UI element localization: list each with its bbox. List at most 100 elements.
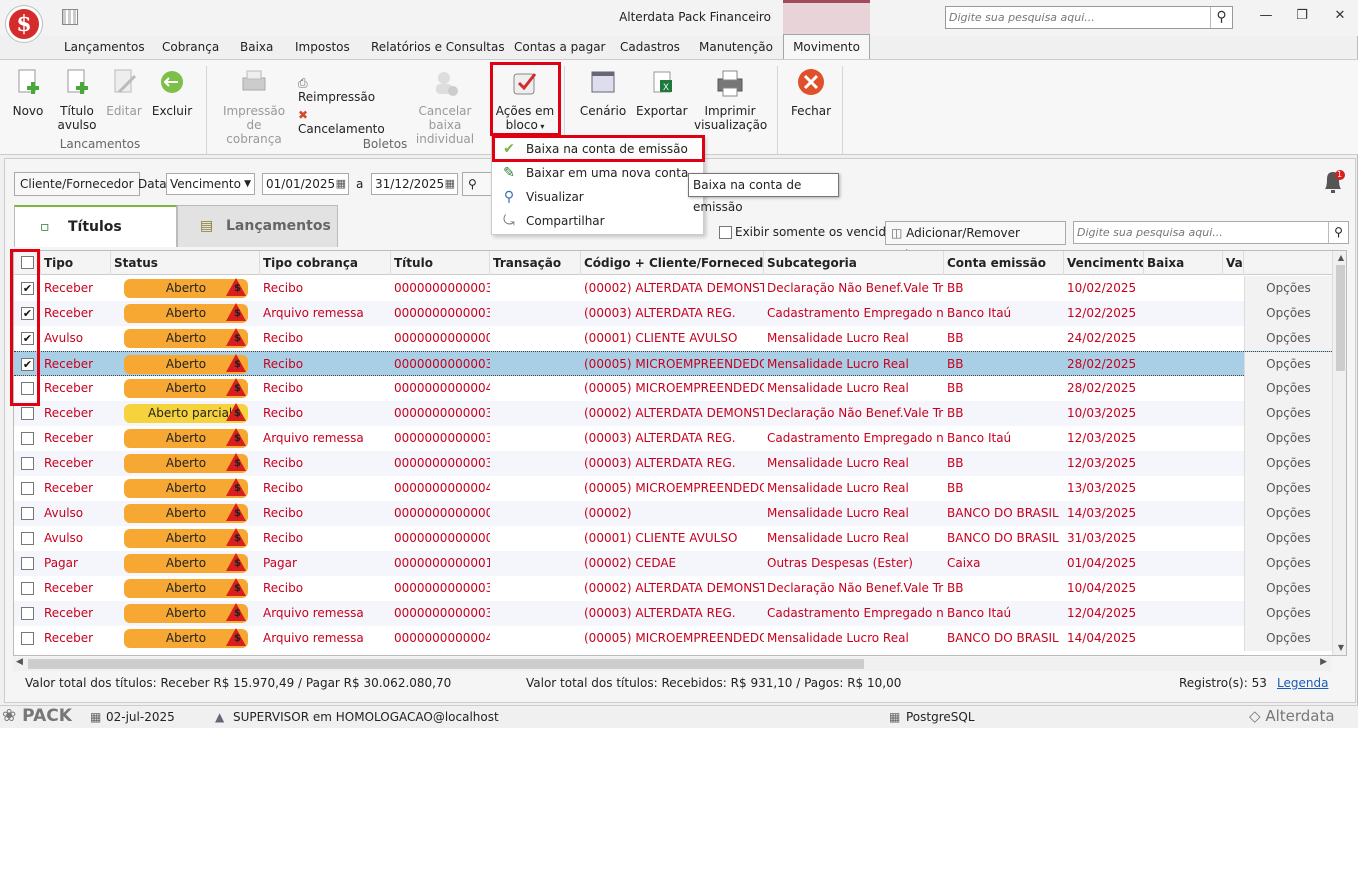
tab-manutencao[interactable]: Manutenção — [699, 40, 773, 54]
select-all-col[interactable] — [14, 251, 41, 275]
table-row[interactable]: Aberto$ReceberRecibo000000000000401(0000… — [14, 476, 1332, 501]
table-row[interactable]: Aberto $ Receber Arquivo remessa 00000000000… — [14, 426, 1332, 451]
table-row[interactable]: Aberto$ReceberRecibo000000000000337(0000… — [14, 576, 1332, 601]
exportar-button[interactable]: X Exportar — [636, 68, 688, 118]
opcoes-button[interactable]: Opções — [1244, 526, 1332, 551]
cenario-button[interactable]: Cenário — [578, 68, 628, 118]
table-row[interactable]: Aberto$AvulsoRecibo000000000000002(00002… — [14, 501, 1332, 526]
scroll-left-icon[interactable]: ◀ — [16, 657, 23, 667]
tab-movimento[interactable]: Movimento — [783, 34, 870, 60]
opcoes-button[interactable]: Opções — [1244, 601, 1332, 626]
table-row[interactable]: Aberto$AvulsoRecibo000000000000003(00001… — [14, 526, 1332, 551]
row-checkbox[interactable] — [21, 507, 34, 520]
horizontal-scrollbar[interactable]: ◀ ▶ — [13, 657, 1331, 671]
restore-icon[interactable]: ❐ — [1292, 8, 1312, 24]
col-vencimento[interactable]: Vencimento — [1064, 251, 1144, 275]
end-date-input[interactable]: 31/12/2025 ▦ — [371, 173, 458, 195]
col-conta-emissao[interactable]: Conta emissão — [944, 251, 1064, 275]
table-row[interactable]: Aberto$ReceberRecibo000000000000396(0000… — [14, 451, 1332, 476]
opcoes-button[interactable]: Opções — [1244, 551, 1332, 576]
acoes-em-bloco-button[interactable]: Ações em bloco ▾ — [494, 68, 556, 134]
cliente-fornecedor-button[interactable]: Cliente/Fornecedor — [14, 172, 140, 196]
calendar-icon[interactable]: ▦ — [445, 174, 455, 194]
row-checkbox[interactable]: ✔ — [21, 332, 34, 345]
tab-relatorios[interactable]: Relatórios e Consultas — [371, 40, 505, 54]
row-checkbox[interactable] — [21, 432, 34, 445]
opcoes-button[interactable]: Opções — [1244, 501, 1332, 526]
table-row[interactable]: Aberto $ Receber Arquivo remessa 00000000000… — [14, 601, 1332, 626]
global-search-input[interactable]: Digite sua pesquisa aqui... ⚲ — [945, 6, 1233, 29]
tab-contas-pagar[interactable]: Contas a pagar — [514, 40, 606, 54]
opcoes-button[interactable]: Opções — [1244, 352, 1332, 377]
search-button[interactable]: ⚲ — [462, 172, 492, 196]
menu-item-visualizar[interactable]: ⚲ Visualizar — [492, 185, 703, 209]
table-row[interactable]: ✔ Aberto $ Receber Arquivo remessa 0000000000… — [14, 301, 1332, 326]
opcoes-button[interactable]: Opções — [1244, 451, 1332, 476]
start-date-input[interactable]: 01/01/2025 ▦ — [262, 173, 349, 195]
tab-baixa[interactable]: Baixa — [240, 40, 273, 54]
menu-item-baixa-conta-emissao[interactable]: ✔ Baixa na conta de emissão — [492, 137, 703, 161]
table-row[interactable]: Aberto parcial $ Receber Recibo 000000000000… — [14, 401, 1332, 426]
tab-lancamentos[interactable]: Lançamentos — [64, 40, 145, 54]
calendar-icon[interactable]: ▦ — [336, 174, 346, 194]
row-checkbox[interactable] — [21, 482, 34, 495]
opcoes-button[interactable]: Opções — [1244, 626, 1332, 651]
opcoes-button[interactable]: Opções — [1244, 276, 1332, 301]
opcoes-button[interactable]: Opções — [1244, 476, 1332, 501]
search-icon[interactable]: ⚲ — [1210, 7, 1232, 28]
table-row[interactable]: ✔Aberto$ReceberRecibo000000000000399(000… — [14, 351, 1332, 377]
horizontal-scroll-thumb[interactable] — [28, 659, 864, 669]
col-transacao[interactable]: Transação — [490, 251, 581, 275]
tab-cobranca[interactable]: Cobrança — [162, 40, 219, 54]
excluir-button[interactable]: Excluir — [150, 68, 194, 118]
tab-impostos[interactable]: Impostos — [295, 40, 350, 54]
col-baixa[interactable]: Baixa — [1144, 251, 1223, 275]
tab-cadastros[interactable]: Cadastros — [620, 40, 680, 54]
opcoes-button[interactable]: Opções — [1244, 576, 1332, 601]
col-valor[interactable]: Va — [1223, 251, 1244, 275]
titulo-avulso-button[interactable]: Título avulso — [55, 68, 99, 132]
row-checkbox[interactable] — [21, 557, 34, 570]
col-cliente[interactable]: Código + Cliente/Fornecedor — [581, 251, 764, 275]
cancelamento-button[interactable]: ✖ Cancelamento — [298, 108, 398, 136]
col-subcategoria[interactable]: Subcategoria — [764, 251, 944, 275]
col-tipo[interactable]: Tipo — [41, 251, 111, 275]
table-row[interactable]: ✔Aberto$AvulsoRecibo000000000000001(0000… — [14, 326, 1332, 351]
scroll-down-icon[interactable]: ▼ — [1333, 643, 1346, 652]
calculator-icon[interactable] — [62, 9, 78, 25]
scroll-right-icon[interactable]: ▶ — [1320, 657, 1327, 667]
row-checkbox[interactable] — [21, 382, 34, 395]
close-icon[interactable]: ✕ — [1330, 8, 1350, 24]
opcoes-button[interactable]: Opções — [1244, 326, 1332, 351]
menu-item-compartilhar[interactable]: ⤿ Compartilhar — [492, 209, 703, 233]
row-checkbox[interactable] — [21, 632, 34, 645]
imprimir-visualizacao-button[interactable]: Imprimir visualização — [694, 68, 767, 132]
opcoes-button[interactable]: Opções — [1244, 301, 1332, 326]
vertical-scroll-thumb[interactable] — [1336, 265, 1345, 371]
row-checkbox[interactable]: ✔ — [21, 307, 34, 320]
row-checkbox[interactable]: ✔ — [21, 282, 34, 295]
data-type-select[interactable]: Vencimento ▼ — [166, 173, 255, 195]
notification-bell-icon[interactable]: 1 — [1321, 167, 1345, 197]
tab-lancamentos-grid[interactable]: ▤ Lançamentos — [177, 205, 338, 247]
table-row[interactable]: Aberto $ Receber Arquivo remessa 00000000000… — [14, 626, 1332, 651]
fechar-button[interactable]: Fechar — [786, 68, 836, 118]
col-titulo[interactable]: Título — [391, 251, 490, 275]
opcoes-button[interactable]: Opções — [1244, 401, 1332, 426]
menu-item-baixar-nova-conta[interactable]: ✎ Baixar em uma nova conta — [492, 161, 703, 185]
legenda-link[interactable]: Legenda — [1277, 676, 1328, 690]
novo-button[interactable]: Novo — [8, 68, 48, 118]
table-row[interactable]: ✔Aberto$ReceberRecibo000000000000335(000… — [14, 276, 1332, 301]
row-checkbox[interactable]: ✔ — [21, 358, 34, 371]
row-checkbox[interactable] — [21, 607, 34, 620]
grid-search-input[interactable]: Digite sua pesquisa aqui... ⚲ — [1073, 221, 1349, 244]
row-checkbox[interactable] — [21, 532, 34, 545]
vertical-scrollbar[interactable]: ▲ ▼ — [1332, 251, 1346, 655]
opcoes-button[interactable]: Opções — [1244, 376, 1332, 401]
select-all-checkbox[interactable] — [21, 256, 34, 269]
row-checkbox[interactable] — [21, 582, 34, 595]
impressao-cobranca-button[interactable]: Impressão de cobrança — [219, 68, 289, 146]
editar-button[interactable]: Editar — [104, 68, 144, 118]
reimpressao-button[interactable]: ⎙ Reimpressão — [298, 76, 388, 104]
table-row[interactable]: Aberto$ReceberRecibo000000000000400(0000… — [14, 376, 1332, 401]
